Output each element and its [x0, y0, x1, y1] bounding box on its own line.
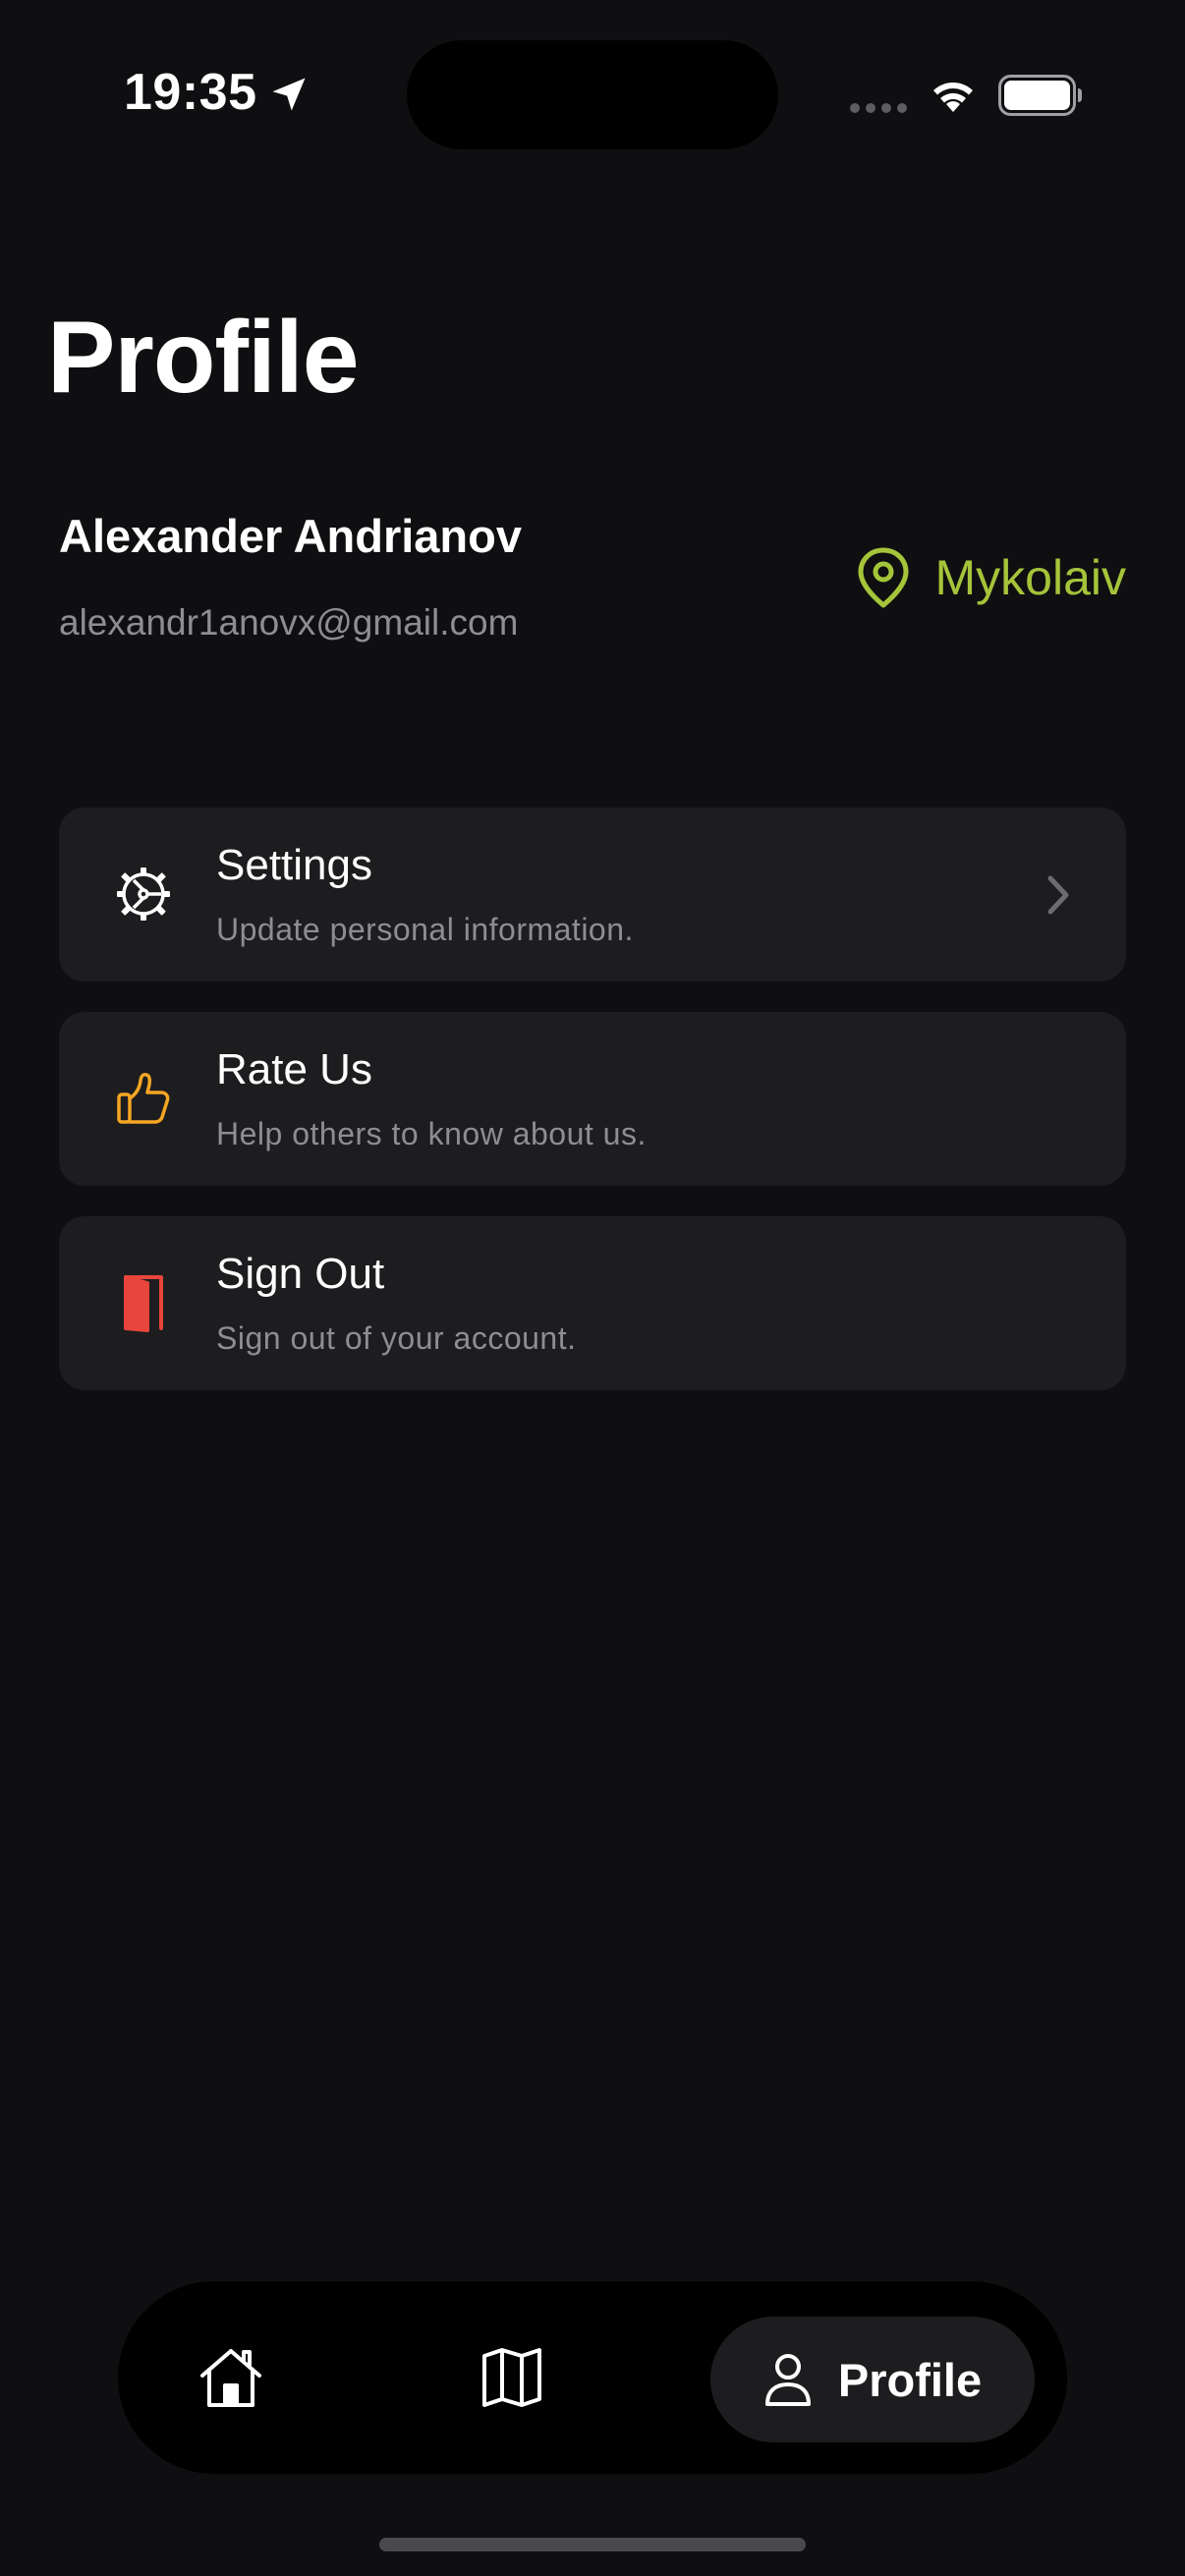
cellular-signal-icon — [850, 103, 907, 113]
tab-bar: Profile — [118, 2281, 1067, 2474]
page-title: Profile — [47, 301, 360, 415]
status-time: 19:35 — [124, 64, 257, 121]
dynamic-island — [407, 40, 778, 149]
user-location[interactable]: Mykolaiv — [855, 546, 1126, 609]
home-indicator — [379, 2538, 806, 2551]
location-label: Mykolaiv — [934, 550, 1126, 605]
house-icon — [200, 2349, 261, 2407]
chevron-right-icon — [1047, 875, 1069, 915]
tab-map[interactable] — [481, 2346, 542, 2409]
settings-row[interactable]: Settings Update personal information. — [59, 808, 1126, 981]
map-pin-icon — [858, 547, 909, 608]
location-arrow-icon — [272, 78, 306, 111]
sign-out-title: Sign Out — [216, 1250, 385, 1298]
thumbs-up-icon — [117, 1073, 170, 1124]
sign-out-subtitle: Sign out of your account. — [216, 1320, 577, 1356]
person-icon — [764, 2354, 811, 2406]
wifi-icon — [933, 83, 973, 112]
settings-title: Settings — [216, 841, 372, 889]
battery-icon — [998, 75, 1082, 116]
sign-out-row[interactable]: Sign Out Sign out of your account. — [59, 1216, 1126, 1390]
map-icon — [482, 2348, 541, 2407]
tab-profile[interactable]: Profile — [710, 2317, 1035, 2442]
status-bar: 19:35 — [0, 0, 1185, 196]
rate-us-subtitle: Help others to know about us. — [216, 1116, 647, 1151]
user-email: alexandr1anovx@gmail.com — [59, 602, 519, 643]
rate-us-row[interactable]: Rate Us Help others to know about us. — [59, 1012, 1126, 1186]
rate-us-title: Rate Us — [216, 1045, 372, 1093]
tab-home[interactable] — [198, 2346, 263, 2409]
user-name: Alexander Andrianov — [59, 510, 522, 562]
gear-icon — [117, 868, 170, 921]
door-icon — [124, 1275, 163, 1332]
settings-subtitle: Update personal information. — [216, 912, 634, 947]
tab-profile-label: Profile — [837, 2353, 983, 2406]
